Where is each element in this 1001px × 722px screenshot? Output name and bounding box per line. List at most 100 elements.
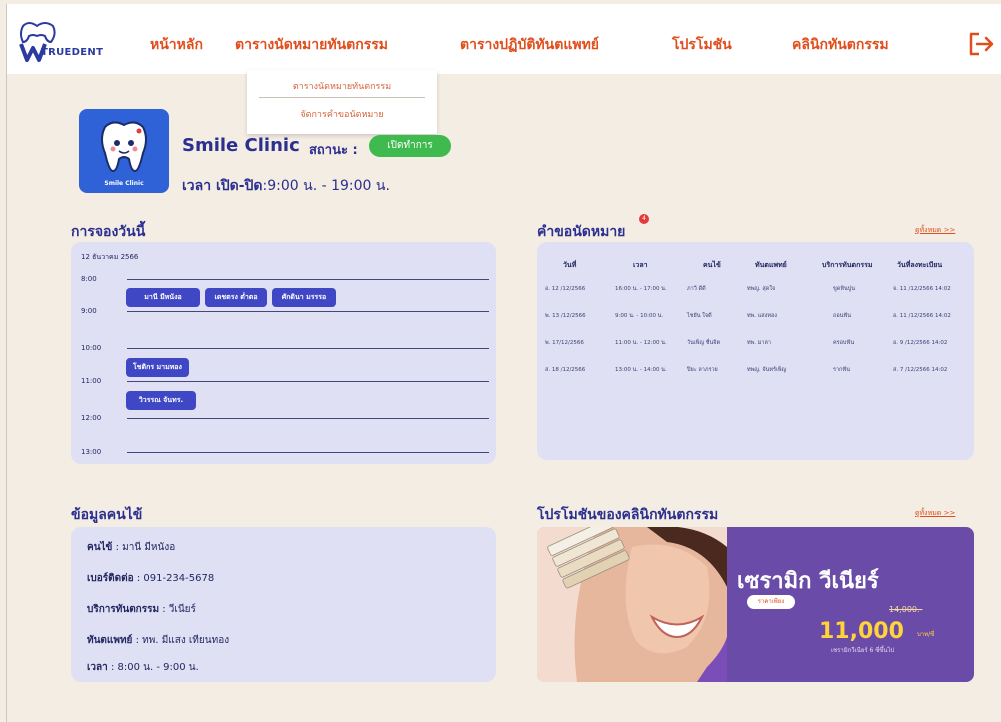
booking-pill[interactable]: เดชตรง ต่ำตอ <box>205 288 267 307</box>
timeline-time: 8:00 <box>81 275 97 283</box>
timeline-line <box>127 279 489 280</box>
patient-dentist-label: ทันตแพทย์ <box>87 635 133 646</box>
table-cell: ปิยะ ลาภรวย <box>687 367 718 373</box>
timeline-line <box>127 418 489 419</box>
smiling-woman-image <box>537 527 727 682</box>
table-cell: 13:00 น. - 14:00 น. <box>615 367 667 373</box>
table-cell: ภาวี ดีดี <box>687 286 706 292</box>
nav-dental-clinic[interactable]: คลินิกทันตกรรม <box>792 34 889 56</box>
nav-home[interactable]: หน้าหลัก <box>150 34 203 56</box>
timeline-time: 11:00 <box>81 377 102 385</box>
clinic-name: Smile Clinic <box>182 135 300 156</box>
booking-pill[interactable]: วิวรรณ จันทร. <box>126 391 196 410</box>
timeline-time: 13:00 <box>81 448 102 456</box>
booking-pill[interactable]: โชติกร มามทอง <box>126 358 189 377</box>
promotion-title: โปรโมชันของคลินิกทันตกรรม <box>537 507 719 523</box>
table-cell: อ. 12 /12/2566 <box>545 286 586 292</box>
promo-old-price: 14,000.- <box>889 605 923 614</box>
clinic-logo: Smile Clinic <box>79 109 169 193</box>
table-cell: วันเพ็ญ ชื่นจิต <box>687 340 721 346</box>
status-label: สถานะ : <box>309 143 358 158</box>
timeline-row: 8:00 <box>81 275 489 289</box>
hours-label: เวลา เปิด-ปิด <box>182 178 263 194</box>
app-frame: TRUEDENT หน้าหลัก ตารางนัดหมายทันตกรรม ต… <box>6 4 1001 722</box>
table-cell: 11:00 น. - 12:00 น. <box>615 340 667 346</box>
status-badge[interactable]: เปิดทำการ <box>369 135 451 157</box>
patient-name-label: คนไข้ <box>87 542 113 553</box>
table-cell: 9:00 น. - 10:00 น. <box>615 313 664 319</box>
clinic-hours: เวลา เปิด-ปิด:9:00 น. - 19:00 น. <box>182 175 390 197</box>
patient-time-row: เวลา : 8:00 น. - 9:00 น. <box>87 660 199 675</box>
patient-info-card: คนไข้ : มานี มีหนังอ เบอร์ติดต่อ : 091-2… <box>71 527 496 682</box>
table-cell: ทพ. แสงทอง <box>747 313 777 319</box>
booking-pill[interactable]: ศักดินา มรรรอ <box>272 288 336 307</box>
patient-time-value: : 8:00 น. - 9:00 น. <box>107 662 199 673</box>
clinic-logo-caption: Smile Clinic <box>104 180 144 187</box>
patient-service-row: บริการทันตกรรม : วีเนียร์ <box>87 602 196 617</box>
patient-dentist-value: : ทพ. มีแสง เทียนทอง <box>132 635 230 646</box>
requests-see-all-link[interactable]: ดูทั้งหมด >> <box>915 225 955 236</box>
nav-promotion[interactable]: โปรโมชัน <box>672 34 732 56</box>
logout-icon[interactable] <box>967 30 995 58</box>
table-cell: ทพ. มาลา <box>747 340 771 346</box>
table-cell: อ. 9 /12/2566 14:02 <box>893 340 948 346</box>
table-cell: จ. 11 /12/2566 14:02 <box>893 286 951 292</box>
promo-price-tag: ราคาเพียง <box>747 595 795 609</box>
table-cell: 16:00 น. - 17:00 น. <box>615 286 667 292</box>
timeline-row: 13:00 <box>81 448 489 462</box>
table-header: เวลา <box>633 261 648 269</box>
promo-note: เซรามิกวีเนียร์ 6 ซี่ขึ้นไป <box>831 647 895 654</box>
booking-pill[interactable]: มานี มีหนังอ <box>126 288 200 307</box>
patient-name-value: : มานี มีหนังอ <box>112 542 176 553</box>
table-header: วันที่ <box>563 261 577 269</box>
hours-value: :9:00 น. - 19:00 น. <box>262 178 390 194</box>
timeline-line <box>127 348 489 349</box>
timeline-row: 9:00 <box>81 307 489 321</box>
table-header: ทันตแพทย์ <box>755 261 787 269</box>
timeline-line <box>127 452 489 453</box>
timeline-time: 10:00 <box>81 344 102 352</box>
promo-headline: เซรามิก วีเนียร์ <box>737 569 879 594</box>
tooth-mascot-icon <box>101 121 147 173</box>
patient-info-title: ข้อมูลคนไข้ <box>71 507 143 523</box>
requests-notification-badge: 4 <box>639 214 649 224</box>
timeline-time: 12:00 <box>81 414 102 422</box>
top-navbar: TRUEDENT หน้าหลัก ตารางนัดหมายทันตกรรม ต… <box>7 4 1001 74</box>
table-cell: ทพญ. สุดใจ <box>747 286 776 292</box>
requests-title: คำขอนัดหมาย <box>537 224 626 240</box>
table-cell: ส. 7 /12/2566 14:02 <box>893 367 948 373</box>
table-cell: พ. 17/12/2566 <box>545 340 584 346</box>
today-bookings-card: 12 ธันวาคม 2566 8:00 9:00 10:00 11:00 12… <box>71 242 496 464</box>
table-cell: ครอบฟัน <box>833 340 855 346</box>
patient-phone-value: : 091-234-5678 <box>133 573 215 584</box>
timeline-row: 12:00 <box>81 414 489 428</box>
promo-price: 11,000 <box>819 619 904 644</box>
table-cell: ทพญ. จันทร์เพ็ญ <box>747 367 787 373</box>
today-bookings-title: การจองวันนี้ <box>71 224 146 240</box>
table-header: คนไข้ <box>703 261 721 269</box>
patient-service-value: : วีเนียร์ <box>159 604 196 615</box>
table-cell: รากฟัน <box>833 367 851 373</box>
today-date: 12 ธันวาคม 2566 <box>81 253 139 261</box>
patient-name-row: คนไข้ : มานี มีหนังอ <box>87 540 175 555</box>
promotion-see-all-link[interactable]: ดูทั้งหมด >> <box>915 508 955 519</box>
promotion-banner[interactable]: เซรามิก วีเนียร์ ราคาเพียง 14,000.- 11,0… <box>537 527 974 682</box>
promo-unit: บาท/ซี่ <box>917 631 935 638</box>
dropdown-item-appointment-schedule[interactable]: ตารางนัดหมายทันตกรรม <box>247 79 437 93</box>
patient-phone-label: เบอร์ติดต่อ <box>87 573 134 584</box>
timeline-row: 10:00 <box>81 344 489 358</box>
timeline-time: 9:00 <box>81 307 97 315</box>
nav-dentist-schedule[interactable]: ตารางปฏิบัติทันตแพทย์ <box>460 34 599 56</box>
table-cell: ส. 18 /12/2566 <box>545 367 586 373</box>
patient-service-label: บริการทันตกรรม <box>87 604 160 615</box>
appointment-dropdown-menu: ตารางนัดหมายทันตกรรม จัดการคำขอนัดหมาย <box>247 70 437 134</box>
dropdown-item-manage-requests[interactable]: จัดการคำขอนัดหมาย <box>247 107 437 121</box>
main-nav: หน้าหลัก ตารางนัดหมายทันตกรรม ตารางปฏิบั… <box>7 34 1001 58</box>
table-cell: พ. 13 /12/2566 <box>545 313 586 319</box>
nav-appointment-schedule[interactable]: ตารางนัดหมายทันตกรรม <box>235 34 388 56</box>
timeline-line <box>127 311 489 312</box>
table-header: วันที่ลงทะเบียน <box>897 261 943 269</box>
requests-card: วันที่ เวลา คนไข้ ทันตแพทย์ บริการทันตกร… <box>537 242 974 460</box>
table-cell: ถอนฟัน <box>833 313 852 319</box>
table-cell: ขูดหินปูน <box>833 286 855 292</box>
